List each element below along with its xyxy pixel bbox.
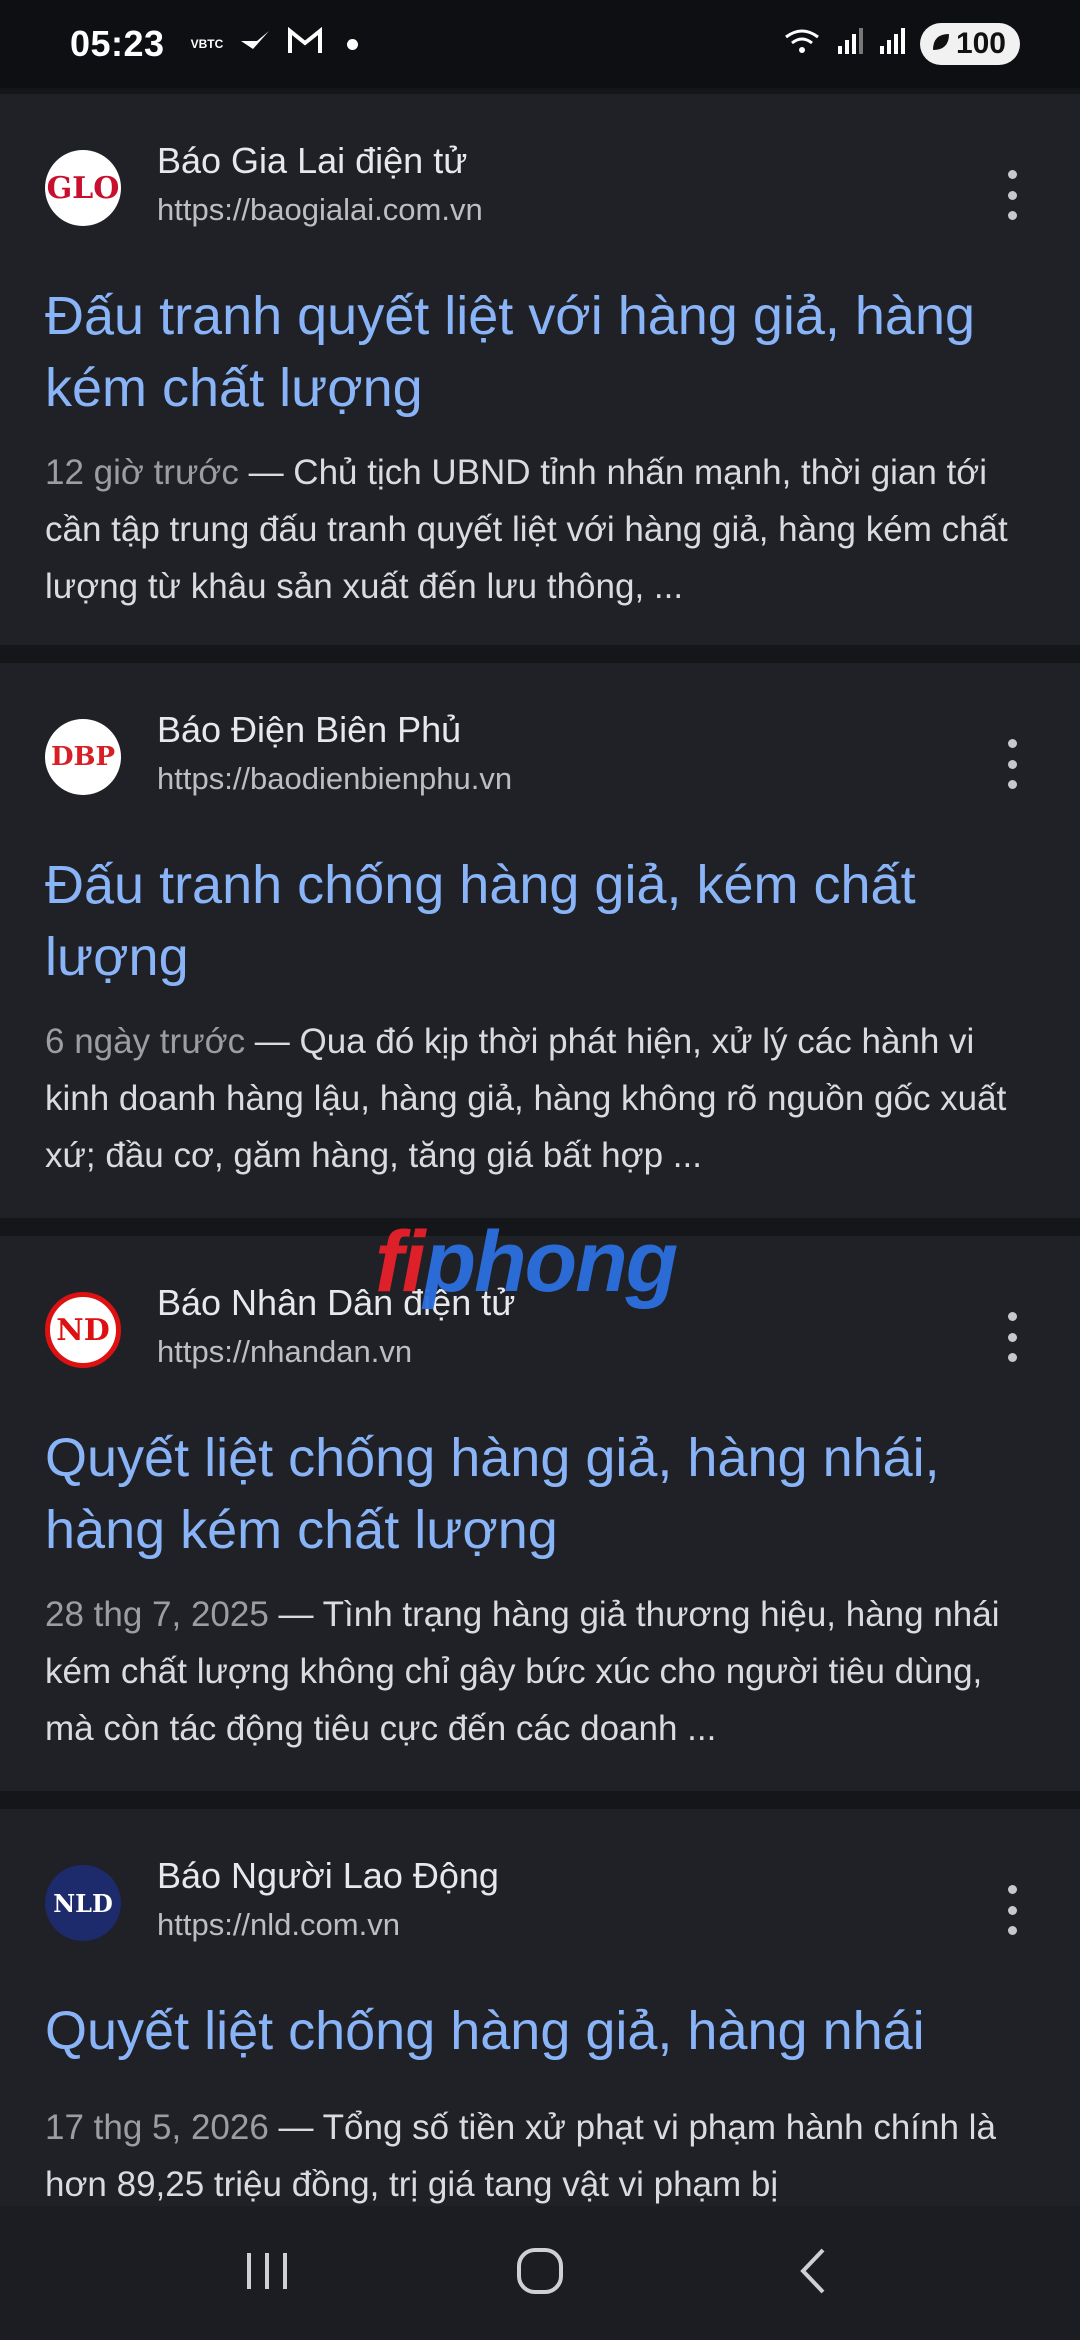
result-source[interactable]: DBP Báo Điện Biên Phủ https://baodienbie…	[45, 709, 1035, 799]
result-source[interactable]: NLD Báo Người Lao Động https://nld.com.v…	[45, 1855, 1035, 1945]
battery-icon	[930, 27, 952, 61]
source-url: https://baodienbienphu.vn	[157, 761, 513, 796]
wifi-icon	[782, 25, 822, 63]
search-result-card[interactable]: NLD Báo Người Lao Động https://nld.com.v…	[0, 1809, 1080, 2206]
source-favicon: NLD	[45, 1865, 121, 1941]
result-snippet: 28 thg 7, 2025 — Tình trạng hàng giả thư…	[45, 1586, 1035, 1757]
source-favicon: GLO	[45, 150, 121, 226]
source-name: Báo Nhân Dân điện tử	[157, 1282, 516, 1323]
result-source[interactable]: ND Báo Nhân Dân điện tử https://nhandan.…	[45, 1282, 1035, 1372]
more-options-icon[interactable]	[997, 170, 1027, 220]
search-result-card[interactable]: ND Báo Nhân Dân điện tử https://nhandan.…	[0, 1236, 1080, 1791]
recent-apps-button[interactable]	[227, 2233, 307, 2313]
result-title-link[interactable]: Đấu tranh quyết liệt với hàng giả, hàng …	[45, 280, 1035, 424]
result-date: 28 thg 7, 2025	[45, 1595, 269, 1634]
status-bar: 05:23 VBTC 100	[0, 0, 1080, 88]
source-favicon: ND	[45, 1292, 121, 1368]
carrier-label: VBTC	[190, 37, 224, 51]
result-date: 17 thg 5, 2026	[45, 2108, 269, 2147]
search-result-card[interactable]: GLO Báo Gia Lai điện tử https://baogiala…	[0, 94, 1080, 645]
result-title-link[interactable]: Quyết liệt chống hàng giả, hàng nhái	[45, 1995, 1035, 2067]
gmail-icon	[287, 26, 323, 61]
source-url: https://baogialai.com.vn	[157, 192, 483, 227]
source-name: Báo Gia Lai điện tử	[157, 140, 468, 181]
battery-indicator: 100	[919, 23, 1020, 65]
signal-icon	[878, 26, 906, 62]
back-button[interactable]	[773, 2233, 853, 2313]
result-snippet: 6 ngày trước — Qua đó kịp thời phát hiện…	[45, 1013, 1035, 1184]
result-title-link[interactable]: Quyết liệt chống hàng giả, hàng nhái, hà…	[45, 1422, 1035, 1566]
result-date: 12 giờ trước	[45, 453, 239, 492]
home-button[interactable]	[500, 2233, 580, 2313]
source-name: Báo Người Lao Động	[157, 1855, 499, 1896]
more-options-icon[interactable]	[997, 739, 1027, 789]
source-url: https://nhandan.vn	[157, 1334, 413, 1369]
result-snippet: 12 giờ trước — Chủ tịch UBND tỉnh nhấn m…	[45, 444, 1035, 615]
more-options-icon[interactable]	[997, 1885, 1027, 1935]
source-url: https://nld.com.vn	[157, 1907, 400, 1942]
more-options-icon[interactable]	[997, 1312, 1027, 1362]
recent-apps-icon	[243, 2249, 291, 2298]
notification-dot	[347, 38, 359, 50]
search-results-feed[interactable]: GLO Báo Gia Lai điện tử https://baogiala…	[0, 88, 1080, 2206]
back-icon	[795, 2246, 831, 2301]
source-name: Báo Điện Biên Phủ	[157, 709, 462, 750]
signal-icon	[836, 26, 864, 62]
battery-level: 100	[955, 27, 1006, 60]
bird-icon	[239, 27, 271, 61]
result-snippet: 17 thg 5, 2026 — Tổng số tiền xử phạt vi…	[45, 2099, 1035, 2206]
search-result-card[interactable]: DBP Báo Điện Biên Phủ https://baodienbie…	[0, 663, 1080, 1218]
home-icon	[515, 2246, 565, 2301]
clock: 05:23	[70, 23, 165, 64]
result-title-link[interactable]: Đấu tranh chống hàng giả, kém chất lượng	[45, 849, 1035, 993]
source-favicon: DBP	[45, 719, 121, 795]
result-source[interactable]: GLO Báo Gia Lai điện tử https://baogiala…	[45, 140, 1035, 230]
result-date: 6 ngày trước	[45, 1022, 246, 1061]
system-navigation-bar	[0, 2206, 1080, 2340]
